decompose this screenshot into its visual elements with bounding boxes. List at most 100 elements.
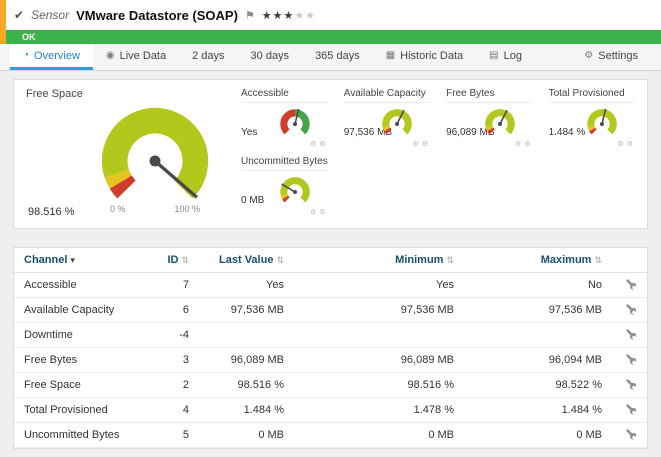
sort-icon[interactable]: ⇅ bbox=[181, 255, 189, 265]
channels-table-panel: Channel▾ ID⇅ Last Value⇅ Minimum⇅ Maximu… bbox=[13, 247, 648, 449]
channel-settings-wrench-icon[interactable] bbox=[624, 404, 636, 416]
tab-label: 30 days bbox=[251, 50, 290, 62]
channel-settings-wrench-icon[interactable] bbox=[624, 379, 636, 391]
gauge-scale-labels: 0 % 100 % bbox=[94, 204, 216, 214]
channel-settings-icons[interactable]: ⚙⚙ bbox=[310, 140, 326, 148]
stars-empty: ★★ bbox=[294, 10, 316, 22]
mini-gauge-label: Accessible bbox=[241, 88, 328, 103]
cell-channel[interactable]: Available Capacity bbox=[14, 298, 154, 323]
historic-data-icon: ▦ bbox=[386, 50, 395, 61]
page-title: VMware Datastore (SOAP) bbox=[76, 8, 238, 23]
cell-channel[interactable]: Downtime bbox=[14, 323, 154, 348]
tab-label: 2 days bbox=[192, 50, 224, 62]
col-header-actions bbox=[612, 248, 647, 273]
gear-icon[interactable]: ⚙ bbox=[515, 140, 521, 148]
tab-365-days[interactable]: 365 days bbox=[302, 44, 373, 70]
object-kind-label: Sensor bbox=[31, 8, 69, 22]
cell-channel[interactable]: Total Provisioned bbox=[14, 398, 154, 423]
table-row[interactable]: Accessible 7 Yes Yes No bbox=[14, 273, 647, 298]
tab-historic-data[interactable]: ▦ Historic Data bbox=[373, 44, 476, 70]
table-row[interactable]: Available Capacity 6 97,536 MB 97,536 MB… bbox=[14, 298, 647, 323]
tab-overview[interactable]: ◔ Overview bbox=[10, 44, 93, 70]
cell-id: 4 bbox=[154, 398, 199, 423]
sort-desc-icon[interactable]: ▾ bbox=[70, 255, 75, 265]
col-header-minimum[interactable]: Minimum⇅ bbox=[294, 248, 464, 273]
gear-icon[interactable]: ⚙ bbox=[319, 208, 325, 216]
tab-label: Historic Data bbox=[400, 50, 463, 62]
table-row[interactable]: Total Provisioned 4 1.484 % 1.478 % 1.48… bbox=[14, 398, 647, 423]
cell-last-value: 98.516 % bbox=[199, 373, 294, 398]
cell-maximum: 96,094 MB bbox=[464, 348, 612, 373]
accessible-gauge bbox=[278, 107, 312, 141]
table-row[interactable]: Free Bytes 3 96,089 MB 96,089 MB 96,094 … bbox=[14, 348, 647, 373]
sort-icon[interactable]: ⇅ bbox=[594, 255, 602, 265]
cell-minimum: 0 MB bbox=[294, 423, 464, 448]
gear-icon[interactable]: ⚙ bbox=[627, 140, 633, 148]
gear-icon[interactable]: ⚙ bbox=[310, 208, 316, 216]
mini-gauge-available-capacity: Available Capacity 97,536 MB ⚙⚙ bbox=[344, 88, 430, 150]
channel-settings-wrench-icon[interactable] bbox=[624, 304, 636, 316]
live-data-icon: ◉ bbox=[106, 50, 115, 61]
channel-settings-icons[interactable]: ⚙⚙ bbox=[617, 140, 633, 148]
main-gauge-label: Free Space bbox=[26, 88, 241, 100]
tab-label: Live Data bbox=[120, 50, 166, 62]
gear-icon[interactable]: ⚙ bbox=[617, 140, 623, 148]
tab-bar: ◔ Overview ◉ Live Data 2 days 30 days 36… bbox=[0, 44, 661, 71]
tab-live-data[interactable]: ◉ Live Data bbox=[93, 44, 179, 70]
channel-settings-wrench-icon[interactable] bbox=[624, 329, 636, 341]
gauge-max-label: 100 % bbox=[174, 204, 200, 214]
tab-label: Settings bbox=[598, 50, 638, 62]
col-header-maximum[interactable]: Maximum⇅ bbox=[464, 248, 612, 273]
mini-gauge-label: Free Bytes bbox=[446, 88, 532, 103]
flag-icon[interactable]: ⚑ bbox=[245, 9, 255, 22]
cell-minimum: 1.478 % bbox=[294, 398, 464, 423]
col-header-last-value[interactable]: Last Value⇅ bbox=[199, 248, 294, 273]
mini-gauge-value: 1.484 % bbox=[549, 127, 586, 138]
cell-last-value: 1.484 % bbox=[199, 398, 294, 423]
available-capacity-gauge bbox=[380, 107, 414, 141]
channel-settings-wrench-icon[interactable] bbox=[624, 354, 636, 366]
free-bytes-gauge bbox=[483, 107, 517, 141]
table-row[interactable]: Uncommitted Bytes 5 0 MB 0 MB 0 MB bbox=[14, 423, 647, 448]
col-header-id[interactable]: ID⇅ bbox=[154, 248, 199, 273]
mini-gauge-total-provisioned: Total Provisioned 1.484 % ⚙⚙ bbox=[549, 88, 635, 150]
table-row[interactable]: Free Space 2 98.516 % 98.516 % 98.522 % bbox=[14, 373, 647, 398]
gear-icon[interactable]: ⚙ bbox=[310, 140, 316, 148]
cell-last-value: 97,536 MB bbox=[199, 298, 294, 323]
cell-channel[interactable]: Accessible bbox=[14, 273, 154, 298]
free-space-value: 98.516 % bbox=[28, 206, 74, 218]
cell-channel[interactable]: Uncommitted Bytes bbox=[14, 423, 154, 448]
cell-minimum: Yes bbox=[294, 273, 464, 298]
cell-maximum: 98.522 % bbox=[464, 373, 612, 398]
tab-label: Overview bbox=[34, 50, 80, 62]
tab-2-days[interactable]: 2 days bbox=[179, 44, 237, 70]
status-bar: OK bbox=[0, 30, 661, 44]
tab-30-days[interactable]: 30 days bbox=[238, 44, 303, 70]
log-icon: ▤ bbox=[489, 50, 498, 61]
gear-icon[interactable]: ⚙ bbox=[319, 140, 325, 148]
mini-gauge-label: Total Provisioned bbox=[549, 88, 635, 103]
channel-settings-wrench-icon[interactable] bbox=[624, 279, 636, 291]
sensor-header: ✔ Sensor VMware Datastore (SOAP) ⚑ ★★★★★ bbox=[0, 0, 661, 30]
gear-icon[interactable]: ⚙ bbox=[524, 140, 530, 148]
cell-channel[interactable]: Free Bytes bbox=[14, 348, 154, 373]
channel-settings-icons[interactable]: ⚙⚙ bbox=[413, 140, 429, 148]
channel-settings-icons[interactable]: ⚙⚙ bbox=[515, 140, 531, 148]
tab-log[interactable]: ▤ Log bbox=[476, 44, 535, 70]
gauge-min-label: 0 % bbox=[110, 204, 126, 214]
priority-stars[interactable]: ★★★★★ bbox=[262, 9, 316, 22]
cell-maximum: 97,536 MB bbox=[464, 298, 612, 323]
cell-channel[interactable]: Free Space bbox=[14, 373, 154, 398]
channel-settings-icons[interactable]: ⚙⚙ bbox=[310, 208, 326, 216]
cell-last-value: 96,089 MB bbox=[199, 348, 294, 373]
channel-settings-wrench-icon[interactable] bbox=[624, 429, 636, 441]
tab-label: Log bbox=[504, 50, 522, 62]
gear-icon[interactable]: ⚙ bbox=[413, 140, 419, 148]
gear-icon[interactable]: ⚙ bbox=[422, 140, 428, 148]
sort-icon[interactable]: ⇅ bbox=[446, 255, 454, 265]
col-header-channel[interactable]: Channel▾ bbox=[14, 248, 154, 273]
cell-minimum: 96,089 MB bbox=[294, 348, 464, 373]
sort-icon[interactable]: ⇅ bbox=[276, 255, 284, 265]
tab-settings[interactable]: ⚙ Settings bbox=[571, 44, 651, 70]
table-row[interactable]: Downtime -4 bbox=[14, 323, 647, 348]
